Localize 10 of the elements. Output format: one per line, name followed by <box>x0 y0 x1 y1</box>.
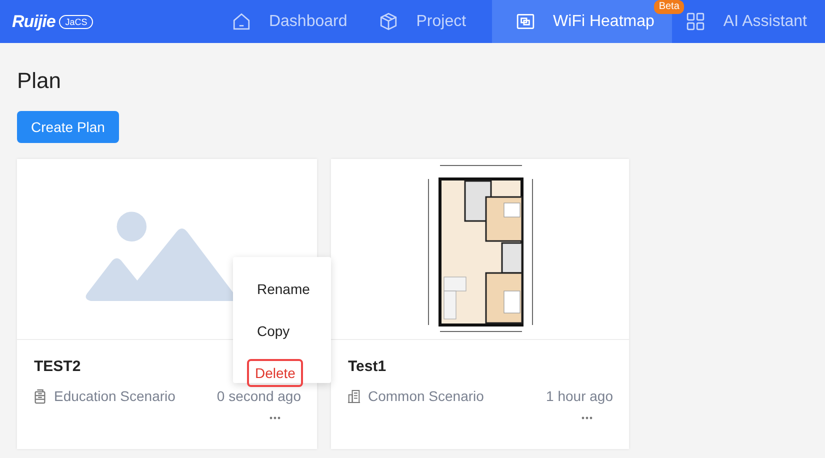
scenario-label: Common Scenario <box>368 388 485 404</box>
beta-badge: Beta <box>654 0 684 14</box>
scenario-label: Education Scenario <box>54 388 176 404</box>
plan-title: TEST2 <box>34 358 81 375</box>
brand-name: Ruijie <box>12 12 56 32</box>
page-title: Plan <box>17 67 62 94</box>
cloud-badge: JaCS <box>59 14 94 28</box>
plan-title: Test1 <box>348 358 386 375</box>
updated-time: 0 second ago <box>216 388 301 404</box>
updated-time: 1 hour ago <box>546 388 613 404</box>
